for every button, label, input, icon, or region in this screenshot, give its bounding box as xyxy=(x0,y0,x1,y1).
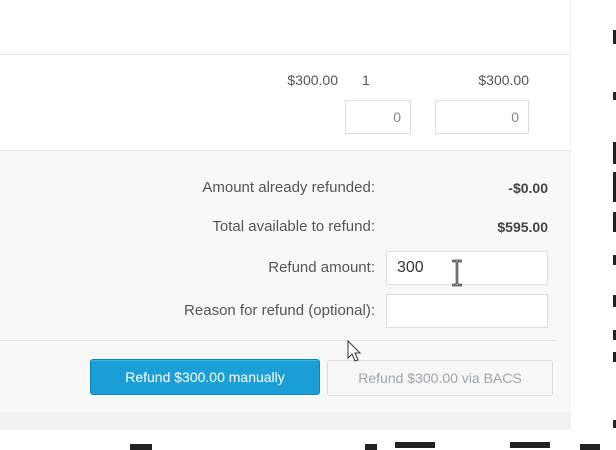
footer-strip xyxy=(0,430,616,450)
order-items-panel: $300.00 1 $300.00 0 0 Amount already ref… xyxy=(0,0,570,412)
refund-amount-input[interactable]: 300 xyxy=(386,251,548,285)
refund-reason-input[interactable] xyxy=(386,294,548,328)
refund-via-gateway-button[interactable]: Refund $300.00 via BACS xyxy=(327,360,553,396)
refund-amount-label: Refund amount: xyxy=(268,259,375,276)
unit-price: $300.00 xyxy=(287,72,338,88)
already-refunded-value: -$0.00 xyxy=(508,180,548,196)
already-refunded-label: Amount already refunded: xyxy=(202,179,375,196)
available-to-refund-value: $595.00 xyxy=(497,219,548,235)
refund-line-total-input[interactable]: 0 xyxy=(435,100,529,134)
sidebar-edge xyxy=(571,0,616,450)
text-cursor-icon xyxy=(452,259,462,287)
section-divider xyxy=(0,340,556,341)
panel-header xyxy=(0,0,570,55)
line-total: $300.00 xyxy=(478,72,529,88)
mouse-pointer-icon xyxy=(347,340,362,362)
refund-quantity-input[interactable]: 0 xyxy=(345,100,411,134)
refund-manually-button[interactable]: Refund $300.00 manually xyxy=(90,359,320,395)
available-to-refund-label: Total available to refund: xyxy=(212,218,375,235)
refund-reason-label: Reason for refund (optional): xyxy=(184,302,375,319)
quantity: 1 xyxy=(362,72,370,88)
line-item-row: $300.00 1 $300.00 0 0 xyxy=(0,55,570,150)
